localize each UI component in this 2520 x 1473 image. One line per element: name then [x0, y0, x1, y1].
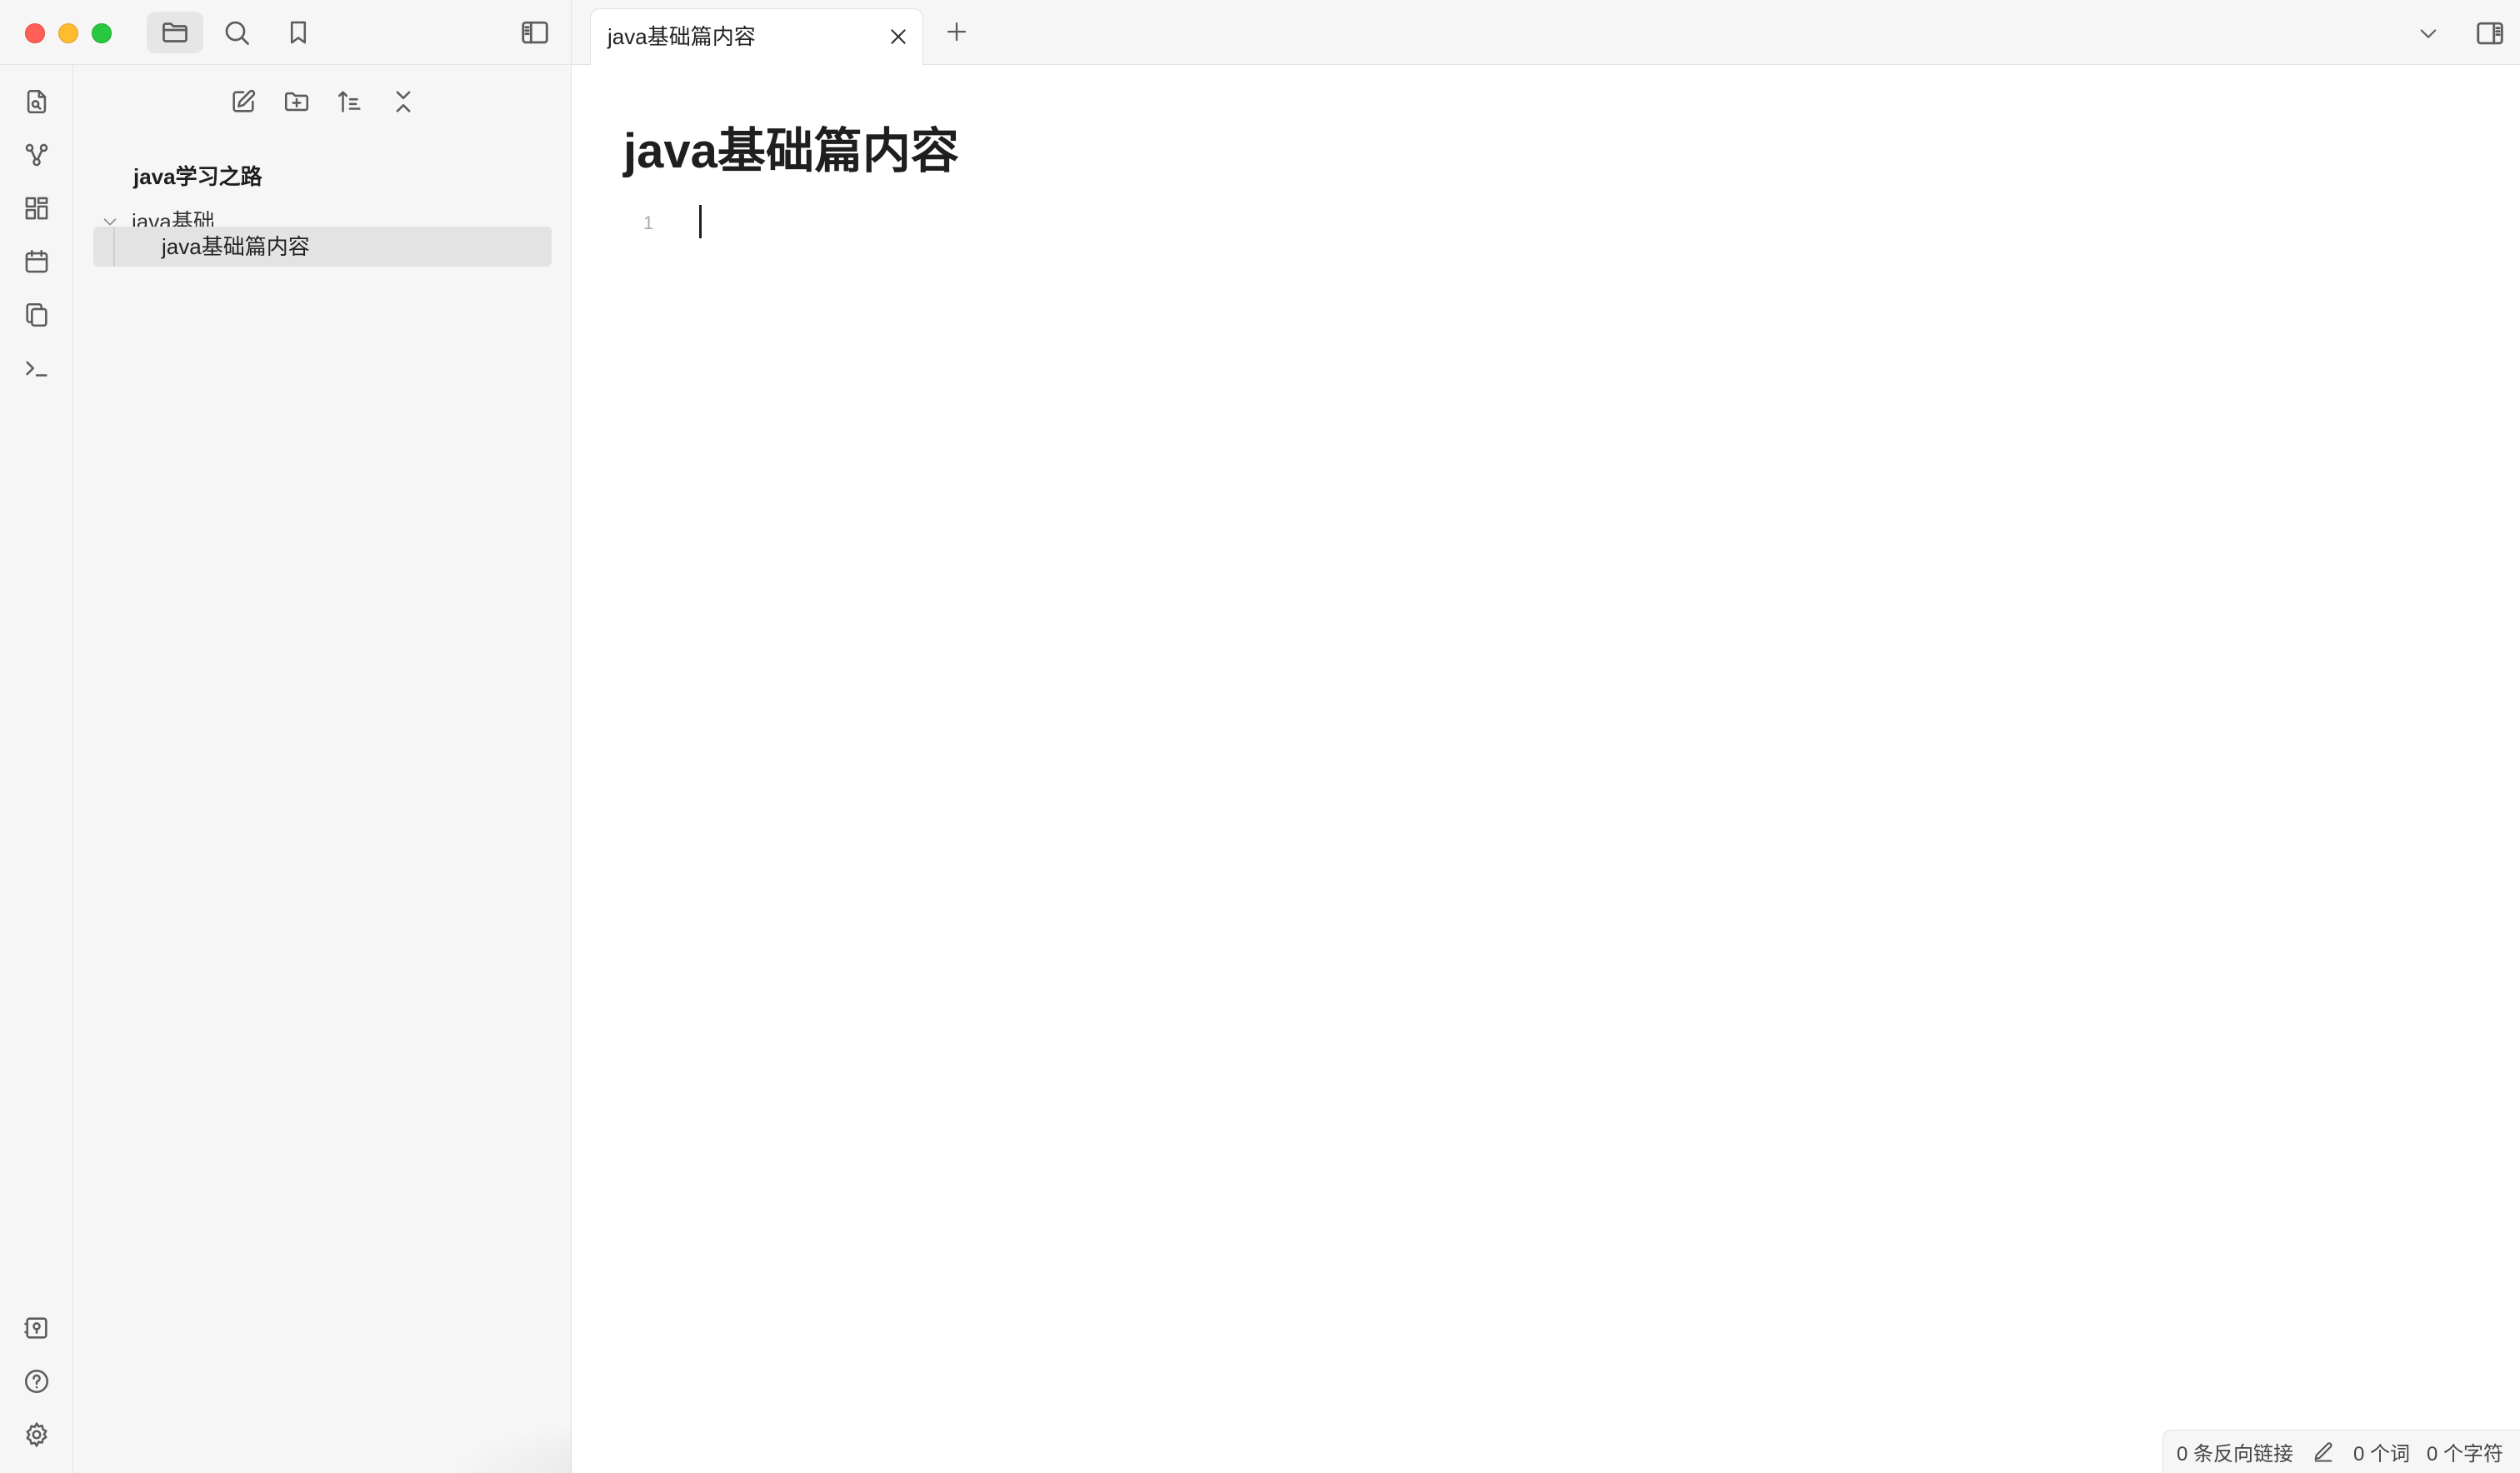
graph-view-icon — [22, 141, 51, 169]
help-icon — [22, 1367, 51, 1396]
window-minimize-button[interactable] — [58, 23, 78, 43]
collapse-left-sidebar-button[interactable] — [507, 12, 563, 53]
tab-title[interactable]: java基础篇内容 — [608, 22, 756, 51]
files-tab-button[interactable] — [147, 12, 203, 53]
search-tab-button[interactable] — [208, 12, 265, 53]
word-count: 0 个词 — [2352, 1443, 2410, 1466]
indent-guide — [113, 227, 115, 267]
templates-icon — [22, 301, 51, 329]
page-title[interactable]: java基础篇内容 — [623, 118, 959, 185]
status-bar: 0 条反向链接 0 个词 0 个字符 — [2162, 1430, 2520, 1473]
sidebar-header — [0, 0, 572, 65]
window-maximize-button[interactable] — [92, 23, 112, 43]
sort-icon — [336, 87, 364, 116]
help-button[interactable] — [17, 1361, 57, 1401]
text-cursor — [699, 205, 702, 238]
templates-button[interactable] — [17, 295, 57, 335]
tab-active[interactable]: java基础篇内容 — [590, 8, 923, 66]
quick-switcher-button[interactable] — [17, 82, 57, 122]
file-explorer: java学习之路 java基础 java基础篇内容 — [73, 65, 948, 1473]
new-folder-button[interactable] — [277, 82, 317, 122]
new-folder-icon — [282, 87, 311, 116]
quick-switcher-icon — [22, 87, 51, 116]
command-palette-button[interactable] — [17, 348, 57, 388]
new-note-button[interactable] — [223, 82, 263, 122]
collapse-all-button[interactable] — [383, 82, 423, 122]
chevron-down-icon — [2417, 22, 2440, 45]
sort-button[interactable] — [330, 82, 370, 122]
daily-note-icon — [22, 247, 51, 276]
graph-view-button[interactable] — [17, 135, 57, 175]
close-icon[interactable] — [886, 24, 911, 49]
window-close-button[interactable] — [25, 23, 45, 43]
file-item-label[interactable]: java基础篇内容 — [162, 227, 310, 267]
collapse-all-icon — [389, 87, 418, 116]
vault-icon — [22, 1314, 51, 1342]
command-palette-icon — [22, 354, 51, 382]
new-note-icon — [229, 87, 258, 116]
canvas-icon — [22, 194, 51, 222]
editor-pane[interactable]: java基础篇内容 1 — [572, 65, 2520, 1473]
bookmarks-tab-button[interactable] — [270, 12, 327, 53]
bookmark-icon — [284, 18, 312, 47]
sidebar-right-icon — [2474, 17, 2506, 49]
ribbon — [0, 65, 73, 1473]
plus-icon — [944, 19, 969, 44]
vault-name[interactable]: java学习之路 — [133, 157, 262, 197]
backlinks-count[interactable]: 0 条反向链接 — [2177, 1437, 2293, 1466]
tab-list-dropdown[interactable] — [2412, 17, 2445, 50]
gear-icon — [22, 1421, 51, 1449]
edit-mode-icon[interactable] — [2312, 1441, 2335, 1464]
char-count: 0 个字符 — [2426, 1443, 2503, 1466]
new-tab-button[interactable] — [940, 15, 973, 48]
sidebar-left-icon — [519, 17, 551, 48]
folder-icon — [160, 17, 190, 47]
canvas-button[interactable] — [17, 188, 57, 228]
tab-bar: java基础篇内容 — [572, 0, 2520, 66]
open-vault-button[interactable] — [17, 1308, 57, 1348]
line-number: 1 — [643, 212, 654, 233]
expand-right-sidebar-button[interactable] — [2472, 17, 2508, 50]
daily-note-button[interactable] — [17, 242, 57, 282]
settings-button[interactable] — [17, 1415, 57, 1455]
search-icon — [222, 17, 252, 47]
